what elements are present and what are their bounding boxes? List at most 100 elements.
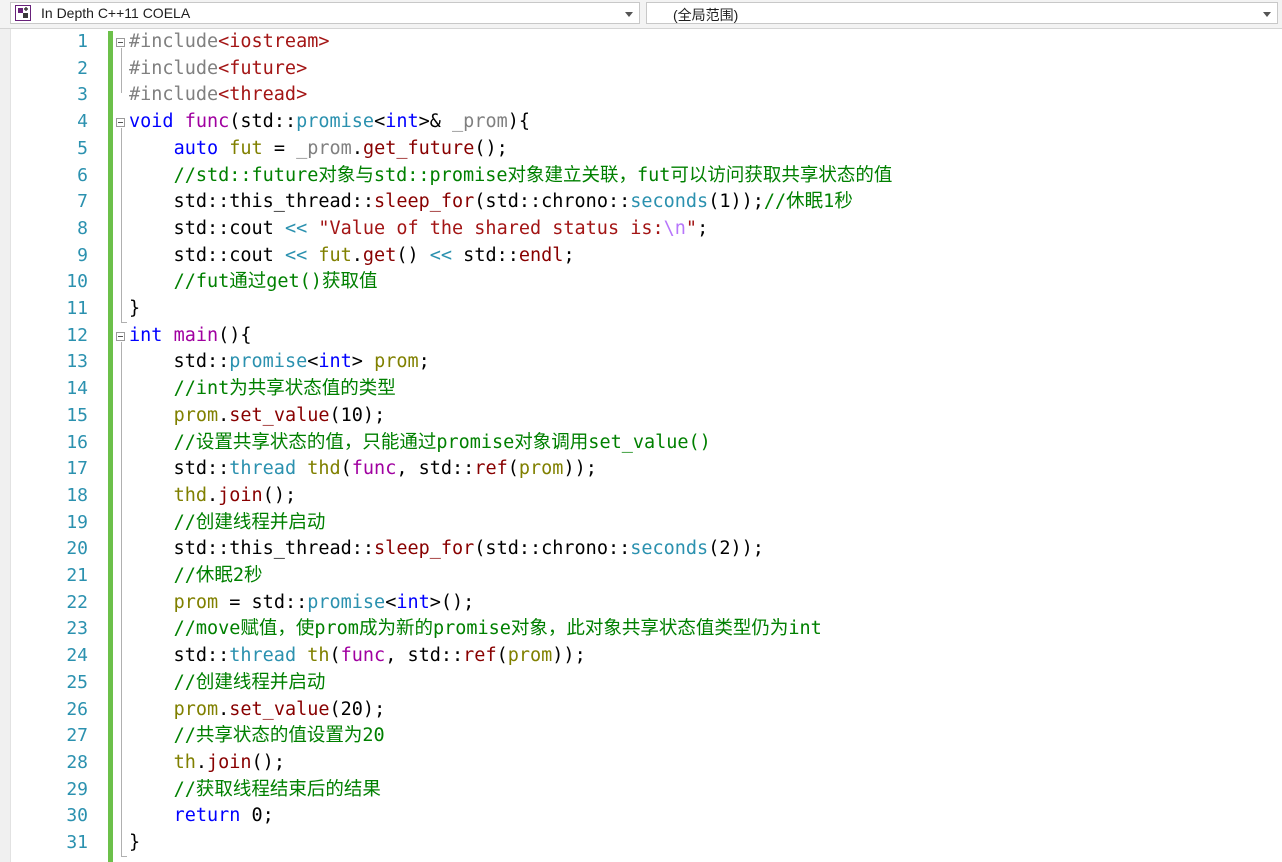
code-token: fut [318,244,352,266]
code-token: )); [563,458,597,480]
code-token: join [206,751,252,773]
code-line[interactable]: void func(std::promise<int>& _prom){ [129,109,530,136]
code-token: set_value [229,404,330,426]
collapse-toggle-icon[interactable] [116,118,125,127]
collapse-toggle-icon[interactable] [116,38,125,47]
code-token: < [385,591,397,613]
line-number: 10 [66,271,88,293]
code-token: . [218,698,230,720]
code-line[interactable]: #include<iostream> [129,29,330,56]
code-token: () [396,244,430,266]
line-number: 8 [77,217,88,239]
code-token: std::cout [129,244,285,266]
code-line[interactable]: //设置共享状态的值，只能通过promise对象调用set_value() [129,430,711,457]
code-token: sleep_for [374,538,475,560]
code-token: prom [507,645,553,667]
line-number: 15 [66,404,88,426]
collapse-toggle-icon[interactable] [116,332,125,341]
code-line[interactable]: prom.set_value(10); [129,403,386,430]
code-line[interactable]: std::this_thread::sleep_for(std::chrono:… [129,189,853,216]
code-token: thread [229,458,297,480]
code-token: get_future [362,137,475,159]
chevron-down-icon[interactable] [625,12,633,17]
code-line[interactable]: std::cout << "Value of the shared status… [129,216,709,243]
code-line[interactable]: //共享状态的值设置为20 [129,723,385,750]
code-token: seconds [630,191,709,213]
code-line[interactable]: std::thread thd(func, std::ref(prom)); [129,456,597,483]
code-token: thd [307,458,341,480]
code-token: fut [229,137,263,159]
code-token: promise [296,111,375,133]
code-token: std::this_thread:: [129,191,375,213]
line-number: 27 [66,725,88,747]
code-token: return [173,805,241,827]
code-token: . [195,751,207,773]
code-line[interactable]: } [129,296,140,323]
code-line[interactable]: //int为共享状态值的类型 [129,376,396,403]
code-token: " [685,217,698,239]
code-token: . [351,244,363,266]
line-number: 13 [66,351,88,373]
code-line[interactable]: std::cout << fut.get() << std::endl; [129,243,575,270]
code-line[interactable]: //move赋值，使prom成为新的promise对象，此对象共享状态值类型仍为… [129,616,822,643]
project-dropdown[interactable]: In Depth C++11 COELA [10,2,640,24]
code-line[interactable]: std::promise<int> prom; [129,349,430,376]
code-token: _prom [452,111,508,133]
scope-dropdown[interactable]: (全局范围) [646,2,1278,24]
code-line[interactable]: prom.set_value(20); [129,697,386,724]
code-token: prom [173,591,219,613]
outline-guide [121,48,122,93]
code-token: prom [173,698,219,720]
code-token: = std:: [218,591,308,613]
code-line[interactable]: std::this_thread::sleep_for(std::chrono:… [129,536,764,563]
code-token: ( [329,645,341,667]
code-token: #include [129,31,219,52]
code-token: #include [129,84,219,106]
code-line[interactable]: //fut通过get()获取值 [129,269,378,296]
line-number: 30 [66,805,88,827]
code-line[interactable]: //休眠2秒 [129,563,263,590]
code-line[interactable]: thd.join(); [129,483,297,510]
code-line[interactable]: #include<future> [129,56,307,83]
code-comment: //设置共享状态的值，只能通过promise对象调用set_value() [173,431,711,453]
code-line[interactable]: } [129,830,140,857]
code-token: . [218,404,230,426]
code-line[interactable]: //创建线程并启动 [129,510,326,537]
code-token: ref [474,458,508,480]
code-line[interactable]: int main(){ [129,323,252,350]
code-token: (std::chrono:: [474,191,631,213]
line-number: 31 [66,832,88,853]
code-line[interactable]: prom = std::promise<int>(); [129,590,475,617]
code-token: \n [663,217,686,239]
code-token: "Value of the shared status is: [318,217,664,239]
code-line[interactable]: std::thread th(func, std::ref(prom)); [129,643,586,670]
code-token: std::cout [129,217,285,239]
code-token: )); [552,645,586,667]
code-token: set_value [229,698,330,720]
code-comment: //创建线程并启动 [173,511,326,533]
code-line[interactable]: //std::future对象与std::promise对象建立关联，fut可以… [129,163,893,190]
code-token: << [284,244,308,266]
code-line[interactable]: auto fut = _prom.get_future(); [129,136,508,163]
line-number: 2 [77,57,88,79]
code-line[interactable]: //创建线程并启动 [129,670,326,697]
code-token: >& [418,111,453,133]
code-token: (20); [329,698,386,720]
code-line[interactable]: #include<thread> [129,82,307,109]
code-line[interactable]: th.join(); [129,750,285,777]
code-line[interactable]: return 0; [129,803,274,830]
code-comment: //move赋值，使prom成为新的promise对象，此对象共享状态值类型仍为… [173,618,822,640]
code-line[interactable]: //获取线程结束后的结果 [129,777,381,804]
cpp-project-icon [15,5,31,21]
chevron-down-icon[interactable] [1263,12,1271,17]
